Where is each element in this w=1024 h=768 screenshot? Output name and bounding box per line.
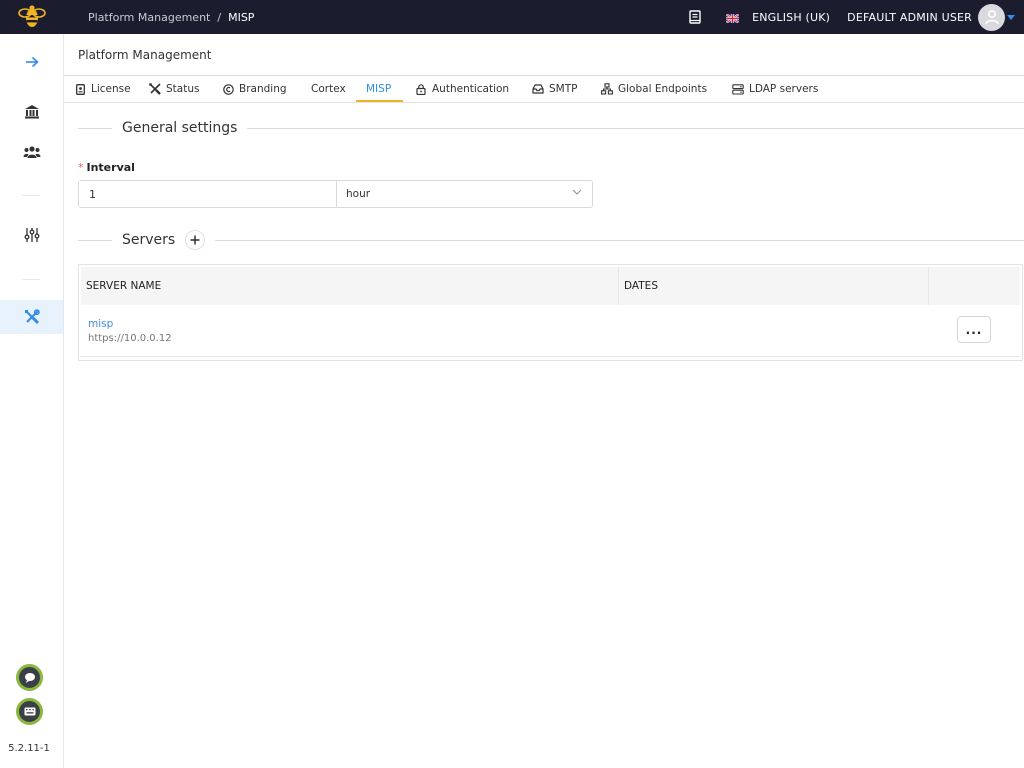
column-header-dates[interactable]: DATES xyxy=(619,267,929,305)
tab-label: MISP xyxy=(366,83,392,95)
users-icon xyxy=(23,146,40,158)
sidebar-divider xyxy=(22,279,40,280)
page-title: Platform Management xyxy=(78,48,212,62)
user-menu-label[interactable]: DEFAULT ADMIN USER xyxy=(847,11,972,24)
uk-flag-icon xyxy=(725,12,740,24)
settings-sliders-icon xyxy=(24,228,39,242)
lock-icon xyxy=(415,83,427,95)
column-header-actions xyxy=(929,267,1020,305)
tab-label: License xyxy=(91,83,131,95)
organisation-icon xyxy=(24,104,39,118)
table-header: SERVER NAME DATES xyxy=(81,267,1020,305)
server-url: https://10.0.0.12 xyxy=(88,333,172,344)
row-actions-button[interactable]: ... xyxy=(957,316,991,343)
interval-value-input[interactable] xyxy=(79,181,337,207)
tab-ldap-servers[interactable]: LDAP servers xyxy=(732,76,818,102)
breadcrumb: Platform Management / MISP xyxy=(88,11,254,24)
tab-global-endpoints[interactable]: Global Endpoints xyxy=(601,76,707,102)
tab-license[interactable]: License xyxy=(74,76,131,102)
tab-branding[interactable]: Branding xyxy=(222,76,287,102)
chat-bubble-button[interactable] xyxy=(16,664,43,691)
sidebar-item-settings[interactable] xyxy=(0,218,63,252)
server-icon xyxy=(732,83,744,95)
inbox-icon xyxy=(532,83,544,95)
user-avatar-icon[interactable] xyxy=(978,3,1005,31)
tab-label: Status xyxy=(166,83,200,95)
chevron-down-icon xyxy=(572,189,582,195)
tab-label: LDAP servers xyxy=(749,83,819,95)
interval-unit-select[interactable]: hour xyxy=(337,181,592,207)
tab-smtp[interactable]: SMTP xyxy=(532,76,577,102)
version-label: 5.2.11-1 xyxy=(8,743,50,754)
tab-cortex[interactable]: Cortex xyxy=(311,76,346,102)
tab-status[interactable]: Status xyxy=(149,76,199,102)
breadcrumb-current: MISP xyxy=(228,10,255,24)
interval-field-group: hour xyxy=(78,180,593,208)
sidebar-item-users[interactable] xyxy=(0,135,63,169)
section-title: General settings xyxy=(122,120,238,136)
keyboard-button[interactable] xyxy=(16,698,43,725)
tab-bar: License Status Branding Cortex MISP Auth… xyxy=(64,76,1024,103)
active-tab-indicator xyxy=(356,100,403,102)
tab-label: Authentication xyxy=(432,83,510,95)
sidebar-divider xyxy=(22,195,40,196)
language-selector[interactable]: ENGLISH (UK) xyxy=(752,11,830,24)
tab-label: Branding xyxy=(239,83,287,95)
tab-label: SMTP xyxy=(549,83,578,95)
column-header-server-name[interactable]: SERVER NAME xyxy=(81,267,619,305)
servers-header: Servers xyxy=(78,230,1024,250)
license-icon xyxy=(74,83,86,95)
copyright-icon xyxy=(222,83,234,95)
table-row: misp https://10.0.0.12 ... xyxy=(81,305,1020,357)
servers-table: SERVER NAME DATES misp https://10.0.0.12… xyxy=(78,264,1023,361)
main-content: Platform Management License Status Brand… xyxy=(64,34,1024,768)
add-server-button[interactable] xyxy=(185,230,206,250)
plus-icon xyxy=(190,235,200,245)
sidebar-item-platform-management[interactable] xyxy=(0,300,63,334)
tab-misp[interactable]: MISP xyxy=(366,76,391,102)
tab-authentication[interactable]: Authentication xyxy=(415,76,509,102)
interval-unit-value: hour xyxy=(346,188,371,200)
sidebar: 5.2.11-1 xyxy=(0,34,64,768)
tools-icon xyxy=(149,83,161,95)
documentation-icon[interactable] xyxy=(688,10,702,24)
tab-label: Global Endpoints xyxy=(618,83,708,95)
interval-label-text: Interval xyxy=(86,161,135,174)
server-name-link[interactable]: misp xyxy=(88,318,113,330)
section-title: Servers xyxy=(122,232,176,248)
sidebar-item-organisation[interactable] xyxy=(0,94,63,128)
breadcrumb-parent[interactable]: Platform Management xyxy=(88,11,210,24)
chat-bubble-icon xyxy=(24,672,35,683)
platform-management-icon xyxy=(24,309,40,325)
tab-label: Cortex xyxy=(311,83,346,95)
bee-logo-icon[interactable] xyxy=(0,0,64,34)
interval-label: * Interval xyxy=(78,161,135,174)
required-marker: * xyxy=(78,161,84,174)
top-bar: Platform Management / MISP ENGLISH (UK) … xyxy=(0,0,1024,34)
expand-sidebar-button[interactable] xyxy=(0,45,63,79)
keyboard-icon xyxy=(24,707,35,716)
network-icon xyxy=(601,83,613,95)
general-settings-header: General settings xyxy=(78,118,1024,138)
caret-down-icon[interactable] xyxy=(1007,14,1015,20)
expand-arrow-icon xyxy=(25,56,39,68)
breadcrumb-separator: / xyxy=(217,10,222,24)
